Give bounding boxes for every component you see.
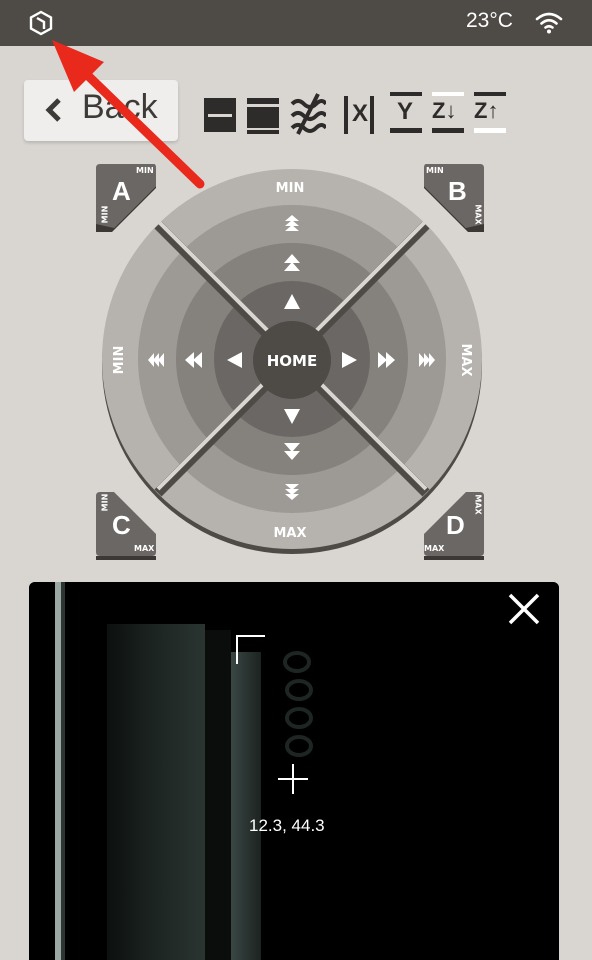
back-button-label: Back xyxy=(82,88,158,126)
back-button[interactable]: Back xyxy=(24,80,178,141)
app-logo-icon[interactable] xyxy=(28,10,54,36)
save-icon[interactable] xyxy=(202,92,238,136)
z-down-icon[interactable]: Z↓ xyxy=(430,92,466,136)
temperature-readout: 23°C xyxy=(466,9,513,32)
crosshair-coordinates: 12.3, 44.3 xyxy=(249,816,325,835)
y-axis-label: Y xyxy=(397,98,414,125)
jog-wheel: HOME MIN MAX MIN MAX xyxy=(102,169,482,554)
wifi-icon[interactable] xyxy=(534,10,564,36)
x-axis-icon[interactable]: X xyxy=(342,92,376,136)
jog-right-label: MAX xyxy=(458,343,473,376)
jog-left-label: MIN xyxy=(112,346,127,375)
jog-bottom-label: MAX xyxy=(273,526,306,541)
y-axis-icon[interactable]: Y xyxy=(388,92,424,136)
home-label: HOME xyxy=(267,352,317,370)
z-up-label: Z↑ xyxy=(474,98,499,123)
vibration-off-icon[interactable] xyxy=(290,92,326,136)
camera-view[interactable]: 12.3, 44.3 xyxy=(29,582,559,960)
camera-feed xyxy=(29,582,559,960)
x-axis-label: X xyxy=(352,100,369,127)
jog-top-label: MIN xyxy=(276,181,305,196)
status-bar: 23°C xyxy=(0,0,592,46)
z-up-icon[interactable]: Z↑ xyxy=(472,92,508,136)
chevron-left-icon xyxy=(45,98,61,122)
close-icon[interactable] xyxy=(507,592,541,626)
load-icon[interactable] xyxy=(245,92,281,136)
z-down-label: Z↓ xyxy=(432,98,457,123)
